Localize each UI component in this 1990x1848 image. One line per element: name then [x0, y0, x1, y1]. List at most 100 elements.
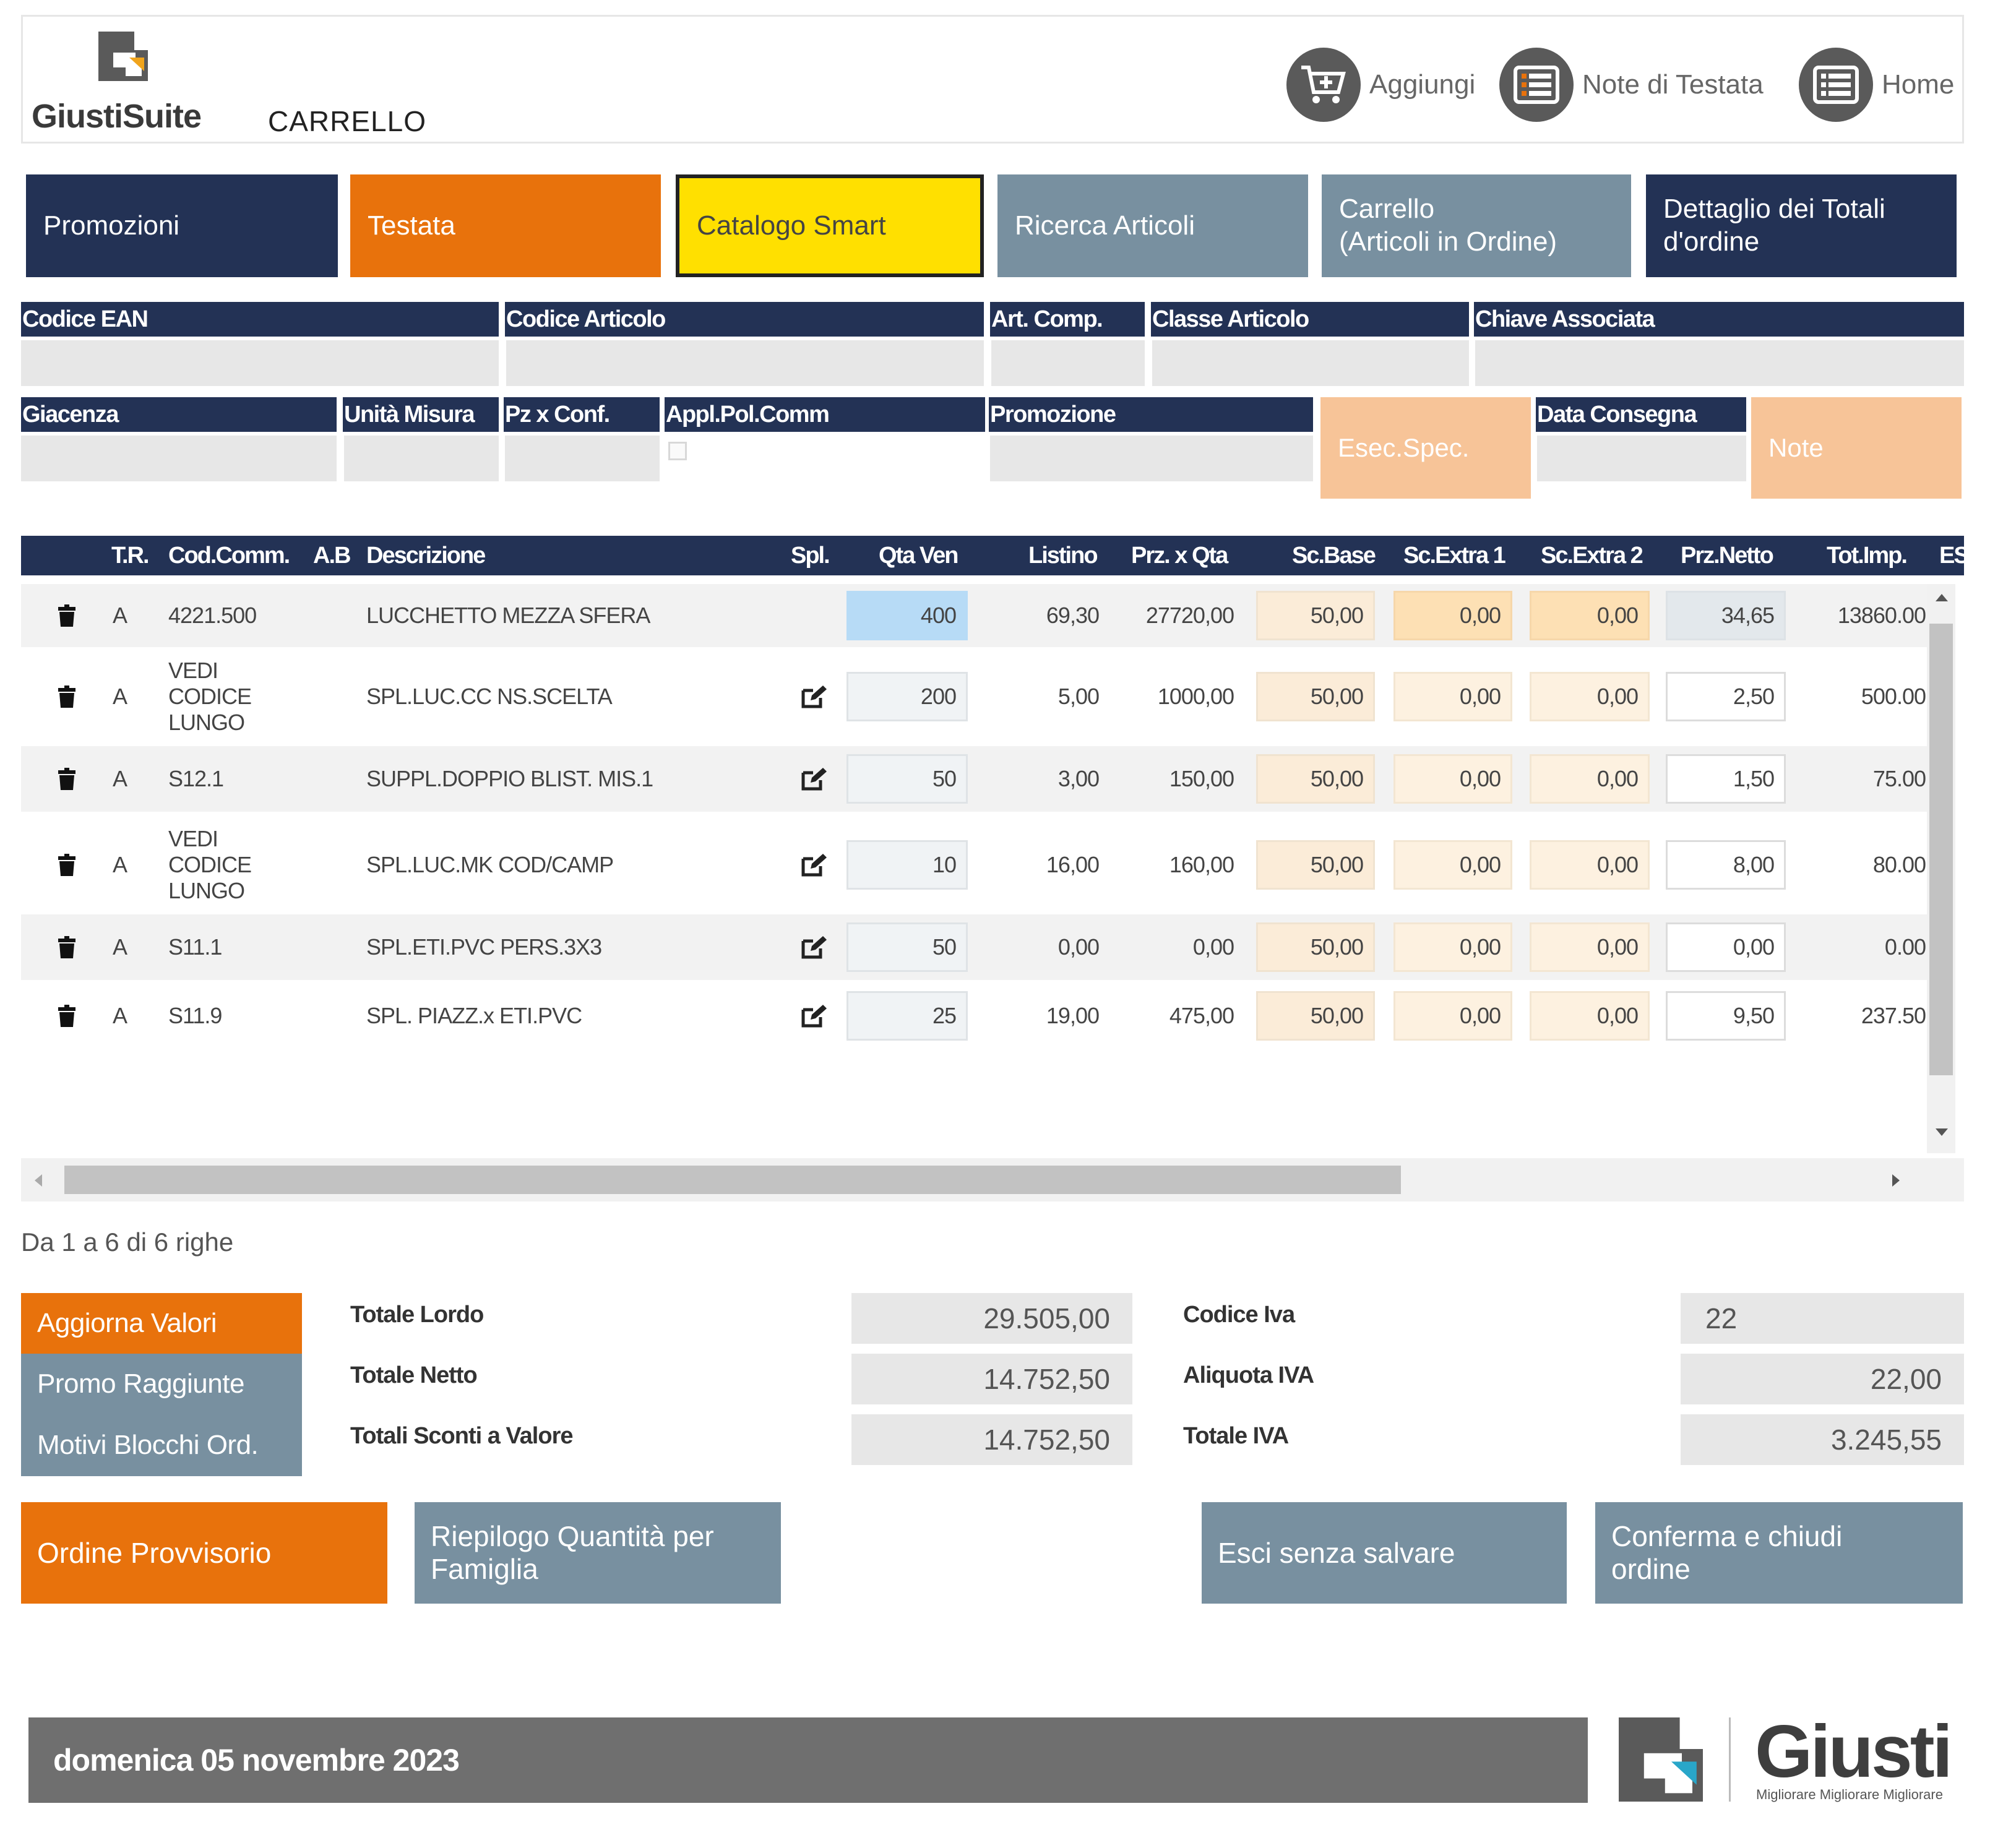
edit-icon[interactable]	[801, 767, 828, 791]
sc-base-input[interactable]: 50,00	[1256, 672, 1375, 721]
promozione-field[interactable]	[990, 436, 1313, 481]
add-button-label: Aggiungi	[1369, 69, 1476, 100]
appl-pol-comm-checkbox[interactable]	[668, 442, 687, 460]
trash-icon[interactable]	[58, 604, 75, 627]
row-descrizione: SPL.LUC.CC NS.SCELTA	[366, 684, 613, 709]
col-listino: Listino	[1028, 543, 1098, 569]
row-descrizione: LUCCHETTO MEZZA SFERA	[366, 603, 650, 628]
trash-icon[interactable]	[58, 685, 75, 708]
note-button[interactable]: Note	[1751, 397, 1962, 499]
chiave-associata-field[interactable]	[1475, 340, 1964, 386]
sc-extra2-input[interactable]: 0,00	[1530, 922, 1650, 972]
order-block-reasons-button[interactable]: Motivi Blocchi Ord.	[21, 1414, 302, 1476]
prz-netto-input[interactable]: 0,00	[1666, 922, 1786, 972]
sc-extra1-input[interactable]: 0,00	[1393, 754, 1512, 804]
art-comp-field[interactable]	[991, 340, 1145, 386]
giusti-logo-icon	[1619, 1717, 1703, 1802]
sc-base-input[interactable]: 50,00	[1256, 991, 1375, 1041]
row-descrizione: SPL.ETI.PVC PERS.3X3	[366, 934, 602, 960]
codice-articolo-field[interactable]	[506, 340, 984, 386]
prz-netto-input[interactable]: 9,50	[1666, 991, 1786, 1041]
row-tr: A	[113, 1003, 127, 1028]
qta-ven-input[interactable]: 200	[846, 672, 968, 721]
brand-name: GiustiSuite	[32, 98, 202, 135]
table-row: A S11.9 SPL. PIAZZ.x ETI.PVC 25 19,00 475,00 5…	[21, 982, 1927, 1049]
giacenza-label: Giacenza	[21, 397, 337, 432]
tab-carrello[interactable]: Carrello (Articoli in Ordine)	[1322, 174, 1631, 277]
prz-netto-input[interactable]: 2,50	[1666, 672, 1786, 721]
confirm-close-order-button[interactable]: Conferma e chiudi ordine	[1595, 1502, 1963, 1604]
prz-netto-input[interactable]: 8,00	[1666, 840, 1786, 890]
sc-extra1-input[interactable]: 0,00	[1393, 672, 1512, 721]
scroll-left-arrow-icon[interactable]	[33, 1173, 43, 1188]
prz-netto-input[interactable]: 1,50	[1666, 754, 1786, 804]
row-cod-comm: S11.1	[168, 934, 222, 960]
tab-promozioni[interactable]: Promozioni	[26, 174, 338, 277]
pz-conf-field[interactable]	[505, 436, 660, 481]
data-consegna-field[interactable]	[1537, 436, 1746, 481]
edit-icon[interactable]	[801, 684, 828, 709]
trash-icon[interactable]	[58, 1005, 75, 1027]
totale-iva-value: 3.245,55	[1681, 1414, 1964, 1465]
row-tr: A	[113, 766, 127, 791]
trash-icon[interactable]	[58, 936, 75, 958]
row-tr: A	[113, 852, 127, 877]
add-button[interactable]: Aggiungi	[1286, 46, 1475, 123]
qta-ven-input[interactable]: 25	[846, 991, 968, 1041]
horizontal-scrollbar[interactable]	[21, 1158, 1964, 1201]
sc-base-input[interactable]: 50,00	[1256, 922, 1375, 972]
tab-catalogo-smart[interactable]: Catalogo Smart	[676, 174, 984, 277]
tab-ricerca-articoli[interactable]: Ricerca Articoli	[997, 174, 1308, 277]
sc-extra1-input[interactable]: 0,00	[1393, 591, 1512, 640]
scroll-up-arrow-icon[interactable]	[1934, 593, 1949, 603]
home-button[interactable]: Home	[1799, 46, 1954, 123]
trash-icon[interactable]	[58, 768, 75, 790]
table-row: A VEDI CODICE LUNGO SPL.LUC.MK COD/CAMP 10 1…	[21, 815, 1927, 914]
edit-icon[interactable]	[801, 935, 828, 960]
classe-articolo-field[interactable]	[1152, 340, 1469, 386]
sc-extra1-input[interactable]: 0,00	[1393, 840, 1512, 890]
vertical-scrollbar[interactable]	[1927, 584, 1955, 1153]
quantity-summary-button[interactable]: Riepilogo Quantità per Famiglia	[415, 1502, 781, 1604]
sc-extra2-input[interactable]: 0,00	[1530, 840, 1650, 890]
prz-netto-input[interactable]: 34,65	[1666, 591, 1786, 640]
codice-ean-field[interactable]	[21, 340, 499, 386]
qta-ven-input[interactable]: 400	[846, 591, 968, 640]
sc-extra2-input[interactable]: 0,00	[1530, 591, 1650, 640]
sc-base-input[interactable]: 50,00	[1256, 591, 1375, 640]
tab-dettaglio-totali[interactable]: Dettaglio dei Totali d'ordine	[1646, 174, 1957, 277]
horizontal-scroll-thumb[interactable]	[64, 1166, 1401, 1194]
trash-icon[interactable]	[58, 854, 75, 876]
sc-extra2-input[interactable]: 0,00	[1530, 991, 1650, 1041]
edit-icon[interactable]	[801, 1004, 828, 1028]
scroll-right-arrow-icon[interactable]	[1891, 1173, 1901, 1188]
giacenza-field[interactable]	[21, 436, 337, 481]
codice-iva-value: 22	[1681, 1293, 1964, 1344]
scroll-down-arrow-icon[interactable]	[1934, 1127, 1949, 1137]
sc-base-input[interactable]: 50,00	[1256, 840, 1375, 890]
row-cod-comm: S12.1	[168, 766, 224, 791]
row-prz-qta: 475,00	[1169, 1003, 1234, 1028]
qta-ven-input[interactable]: 10	[846, 840, 968, 890]
sc-extra2-input[interactable]: 0,00	[1530, 672, 1650, 721]
unita-misura-field[interactable]	[344, 436, 499, 481]
vertical-scroll-thumb[interactable]	[1929, 624, 1953, 1075]
promo-reached-button[interactable]: Promo Raggiunte	[21, 1354, 302, 1414]
sc-extra2-input[interactable]: 0,00	[1530, 754, 1650, 804]
qta-ven-input[interactable]: 50	[846, 922, 968, 972]
qta-ven-input[interactable]: 50	[846, 754, 968, 804]
edit-icon[interactable]	[801, 853, 828, 877]
esec-spec-button[interactable]: Esec.Spec.	[1320, 397, 1531, 499]
aliquota-iva-value: 22,00	[1681, 1354, 1964, 1404]
row-listino: 69,30	[1046, 603, 1100, 628]
row-prz-qta: 1000,00	[1157, 684, 1234, 709]
sc-extra1-input[interactable]: 0,00	[1393, 922, 1512, 972]
provisional-order-button[interactable]: Ordine Provvisorio	[21, 1502, 387, 1604]
tab-testata[interactable]: Testata	[350, 174, 661, 277]
sc-extra1-input[interactable]: 0,00	[1393, 991, 1512, 1041]
row-tr: A	[113, 603, 127, 628]
exit-without-saving-button[interactable]: Esci senza salvare	[1202, 1502, 1567, 1604]
header-notes-button[interactable]: Note di Testata	[1499, 46, 1764, 123]
update-values-button[interactable]: Aggiorna Valori	[21, 1293, 302, 1354]
sc-base-input[interactable]: 50,00	[1256, 754, 1375, 804]
